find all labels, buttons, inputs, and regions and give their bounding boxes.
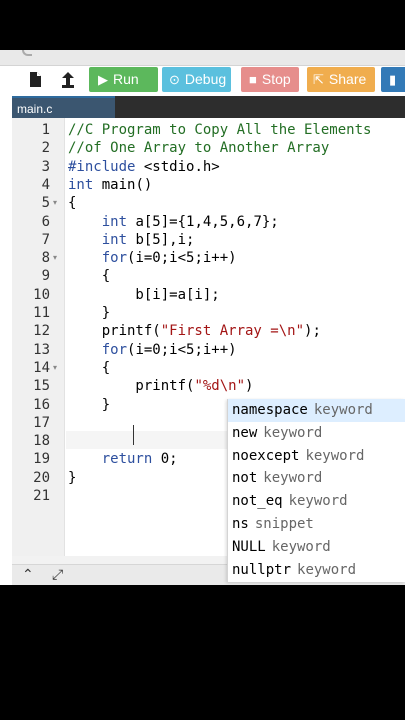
code-line: {	[68, 195, 77, 212]
code-line: {	[68, 359, 111, 376]
corner-mark-icon	[22, 50, 32, 56]
line-number: 15	[33, 378, 50, 395]
code-line: int b[5],i;	[101, 231, 195, 248]
file-icon	[30, 72, 41, 87]
line-number: 11	[33, 305, 50, 321]
save-button[interactable]: ▮	[381, 67, 405, 92]
line-number: 13	[33, 341, 50, 358]
play-icon: ▶	[98, 72, 108, 87]
code-line: for(i=0;i<5;i++)	[101, 341, 237, 358]
autocomplete-item-meta: keyword	[313, 402, 373, 418]
line-number: 3	[41, 158, 50, 175]
upload-icon	[62, 72, 74, 88]
autocomplete-item-name: NULL	[232, 538, 266, 555]
autocomplete-item[interactable]: namespace keyword	[228, 399, 405, 422]
line-number: 18	[33, 433, 50, 450]
line-number: 8	[41, 250, 50, 267]
line-number: 19	[33, 451, 50, 468]
new-file-button[interactable]	[20, 67, 50, 92]
code-line: }	[68, 396, 111, 413]
line-number: 7	[41, 231, 50, 248]
code-line: for(i=0;i<5;i++)	[101, 250, 237, 267]
line-number: 10	[33, 286, 50, 303]
autocomplete-item[interactable]: not keyword	[228, 467, 405, 490]
autocomplete-item[interactable]: noexcept keyword	[228, 445, 405, 468]
mouse-text-cursor	[133, 425, 134, 445]
code-line: int a[5]={1,4,5,6,7};	[101, 213, 279, 230]
line-number: 1	[41, 122, 50, 138]
line-number: 21	[33, 488, 50, 504]
share-icon: ⇱	[313, 72, 324, 87]
autocomplete-item-name: new	[232, 424, 258, 441]
autocomplete-item-name: namespace	[232, 402, 308, 418]
line-number: 17	[33, 414, 50, 431]
line-number: 16	[33, 396, 50, 413]
autocomplete-item-meta: keyword	[297, 561, 357, 578]
autocomplete-item-name: nullptr	[232, 561, 292, 578]
code-line: }	[68, 305, 111, 321]
share-button[interactable]: ⇱ Share	[307, 67, 375, 92]
tab-main-c[interactable]: main.c	[12, 96, 115, 118]
line-number: 4	[41, 176, 50, 193]
file-tab-bar: main.c	[12, 96, 405, 118]
stop-label: Stop	[261, 71, 291, 87]
autocomplete-item-meta: keyword	[263, 424, 323, 441]
code-line: return 0;	[101, 451, 178, 468]
code-line: #include <stdio.h>	[68, 158, 220, 175]
line-number: 5	[41, 195, 50, 212]
line-number: 9	[41, 268, 50, 285]
line-number: 12	[33, 323, 50, 340]
autocomplete-item[interactable]: new keyword	[228, 422, 405, 445]
line-number: 2	[41, 140, 50, 157]
code-line: //C Program to Copy All the Elements	[68, 122, 372, 138]
autocomplete-item-name: not	[232, 470, 258, 487]
line-number: 14	[33, 359, 50, 376]
autocomplete-item-name: not_eq	[232, 493, 283, 510]
autocomplete-item-meta: snippet	[254, 516, 314, 532]
code-line: printf("First Array =\n");	[68, 323, 321, 340]
code-line: {	[68, 268, 111, 285]
code-line: int main()	[68, 176, 153, 193]
debug-label: Debug	[184, 71, 227, 87]
top-black-strip	[0, 0, 405, 50]
top-grey-bar	[0, 50, 405, 66]
code-line: //of One Array to Another Array	[68, 140, 330, 157]
toolbar: ▶ Run ⊙ Debug ■ Stop ⇱ Share ▮	[0, 66, 405, 94]
tab-label: main.c	[17, 102, 53, 116]
autocomplete-item-meta: keyword	[288, 493, 348, 510]
autocomplete-item-meta: keyword	[263, 470, 323, 487]
upload-button[interactable]	[53, 67, 84, 92]
share-label: Share	[328, 71, 367, 87]
line-number: 6	[41, 213, 50, 230]
autocomplete-item-name: noexcept	[232, 447, 300, 464]
chevron-up-icon[interactable]: ⌃	[22, 566, 34, 583]
autocomplete-item[interactable]: not_eq keyword	[228, 490, 405, 513]
line-number-gutter: 1 2 3 4 5 ▾ 6 7 8 ▾ 9 10 11 12 13 14 ▾ 15 16 17 18 19 20 21	[12, 118, 65, 556]
fold-arrow-icon[interactable]: ▾	[53, 194, 63, 212]
autocomplete-item[interactable]: NULL keyword	[228, 536, 405, 559]
code-line: b[i]=a[i];	[68, 286, 220, 303]
autocomplete-item[interactable]: nullptr keyword	[228, 559, 405, 582]
line-number: 20	[33, 469, 50, 486]
autocomplete-item-meta: keyword	[305, 447, 365, 464]
stop-button[interactable]: ■ Stop	[241, 67, 299, 92]
code-line: printf("%d\n")	[68, 378, 254, 395]
run-label: Run	[113, 71, 139, 87]
expand-icon[interactable]: ⤢	[52, 566, 63, 583]
stop-icon: ■	[249, 72, 257, 87]
code-line: }	[68, 469, 77, 486]
debug-button[interactable]: ⊙ Debug	[162, 67, 231, 92]
fold-arrow-icon[interactable]: ▾	[53, 249, 63, 267]
autocomplete-item-meta: keyword	[271, 538, 331, 555]
bottom-black-strip	[0, 585, 405, 720]
autocomplete-item[interactable]: ns snippet	[228, 513, 405, 536]
save-icon: ▮	[389, 72, 397, 87]
debug-icon: ⊙	[169, 72, 180, 87]
autocomplete-item-name: ns	[232, 516, 249, 532]
run-button[interactable]: ▶ Run	[89, 67, 158, 92]
autocomplete-popup[interactable]: namespace keyword new keyword noexcept keywor…	[227, 399, 405, 582]
fold-arrow-icon[interactable]: ▾	[53, 359, 63, 377]
